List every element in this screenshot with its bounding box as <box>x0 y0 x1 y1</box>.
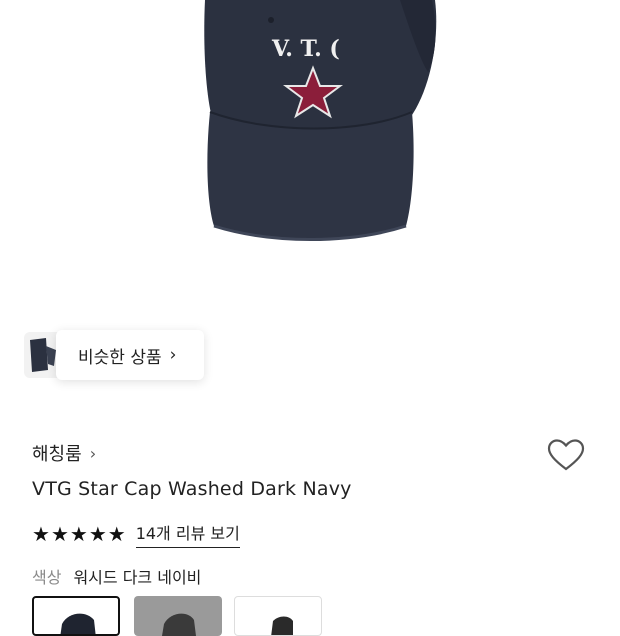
star-icon: ★ <box>69 522 88 546</box>
cap-illustration: V. T. ( <box>204 0 437 241</box>
cap-swatch-image <box>60 613 96 634</box>
brand-name: 해칭룸 <box>32 444 82 465</box>
star-icon: ★ <box>107 522 126 546</box>
rating-stars: ★ ★ ★ ★ ★ <box>32 524 126 544</box>
cap-embroidery-text: V. T. ( <box>271 36 340 62</box>
cap-swatch-image <box>162 613 196 636</box>
color-option-row: 색상 워시드 다크 네이비 <box>32 564 201 588</box>
cap-swatch-image <box>271 616 293 635</box>
chevron-right-icon: › <box>169 345 177 365</box>
heart-outline-icon <box>547 439 585 471</box>
rating-row: ★ ★ ★ ★ ★ 14개 리뷰 보기 <box>32 520 240 548</box>
product-title: VTG Star Cap Washed Dark Navy <box>32 478 352 500</box>
similar-products-label: 비슷한 상품 <box>78 347 162 368</box>
star-icon: ★ <box>50 522 69 546</box>
reviews-link[interactable]: 14개 리뷰 보기 <box>135 520 240 548</box>
color-label: 색상 <box>32 568 62 587</box>
wishlist-button[interactable] <box>546 436 586 476</box>
color-swatch-selected[interactable] <box>32 596 120 636</box>
color-swatch[interactable] <box>234 596 322 636</box>
star-icon: ★ <box>88 522 107 546</box>
brand-link[interactable]: 해칭룸 › <box>32 440 96 466</box>
color-swatch[interactable] <box>134 596 222 636</box>
similar-products-button[interactable]: 비슷한 상품 › <box>56 330 204 380</box>
chevron-right-icon: › <box>89 443 97 463</box>
color-value: 워시드 다크 네이비 <box>73 568 202 587</box>
star-icon: ★ <box>32 522 50 546</box>
product-image: V. T. ( <box>0 0 620 310</box>
